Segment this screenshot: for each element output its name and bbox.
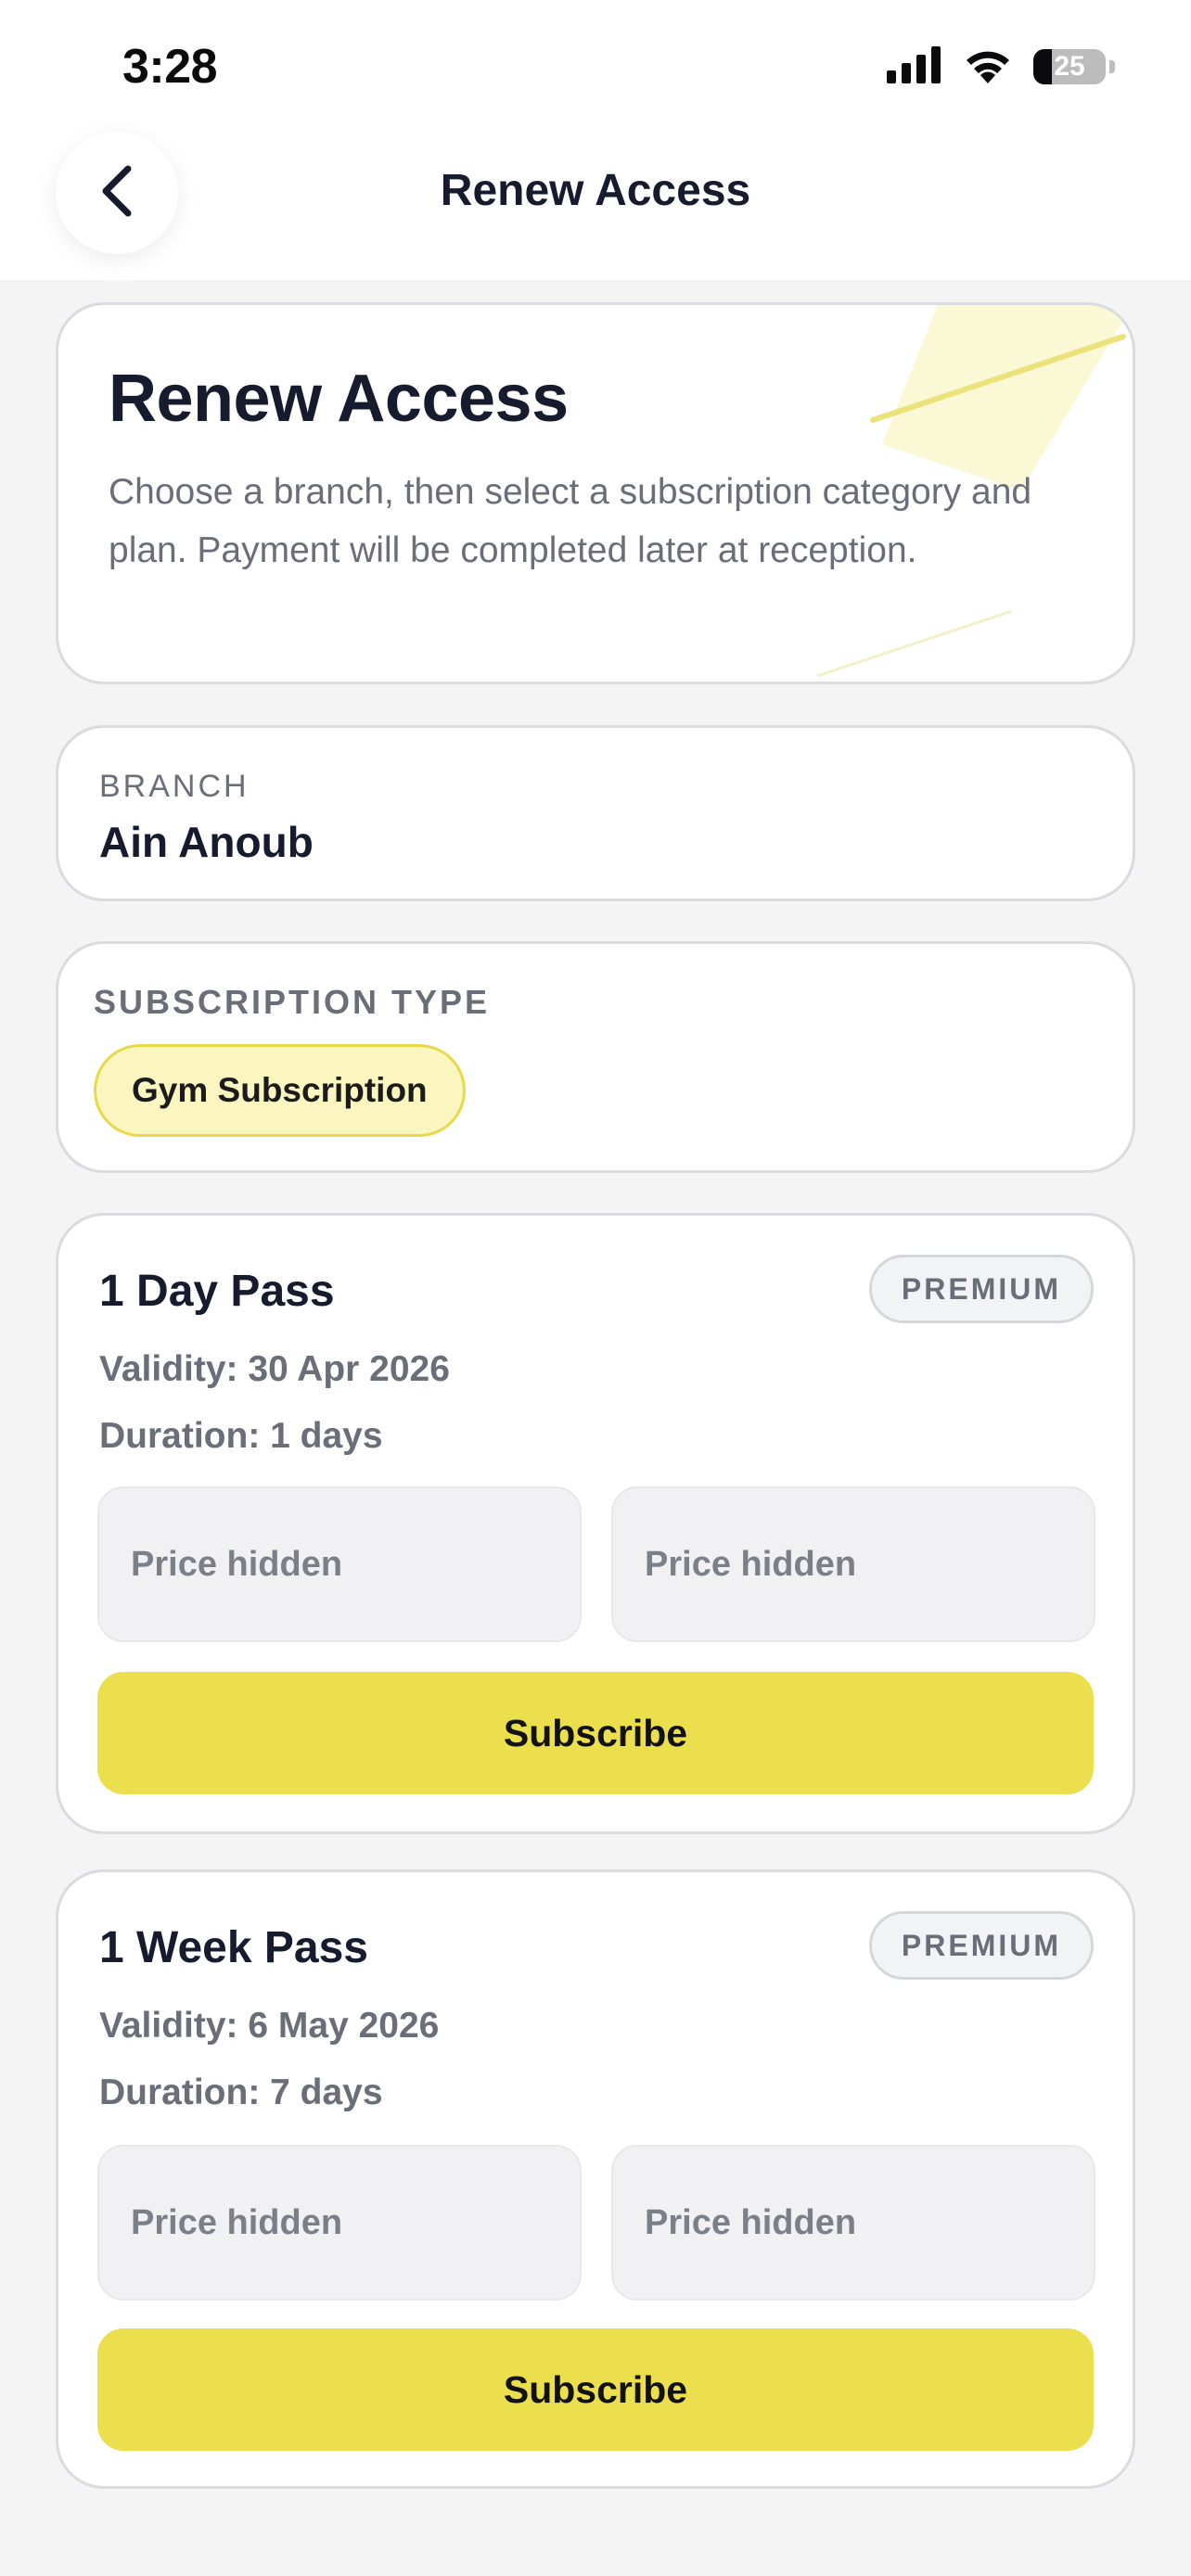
wifi-icon: [963, 46, 1013, 88]
plan-title: 1 Week Pass: [99, 1923, 368, 1972]
intro-title: Renew Access: [109, 362, 569, 436]
plan-validity: Validity: 6 May 2026: [99, 2006, 440, 2046]
plan-validity: Validity: 30 Apr 2026: [99, 1349, 450, 1389]
status-time: 3:28: [122, 40, 218, 94]
cellular-signal-icon: [887, 45, 942, 88]
branch-selector[interactable]: BRANCH Ain Anoub: [56, 725, 1135, 901]
status-icons: 25: [887, 45, 1115, 89]
plan-badge: PREMIUM: [868, 1911, 1094, 1980]
plan-title: 1 Day Pass: [99, 1267, 335, 1316]
branch-value: Ain Anoub: [99, 818, 314, 866]
plan-card: 1 Week Pass PREMIUM Validity: 6 May 2026…: [56, 1869, 1135, 2489]
page-title: Renew Access: [440, 166, 751, 215]
branch-label: BRANCH: [99, 769, 250, 804]
app-header: 3:28 25 Renew Access: [0, 0, 1191, 280]
plan-duration: Duration: 7 days: [99, 2072, 383, 2112]
battery-percentage: 25: [1054, 51, 1085, 82]
subscription-type-chip[interactable]: Gym Subscription: [94, 1044, 466, 1137]
subscription-type-card: SUBSCRIPTION TYPE Gym Subscription: [56, 941, 1135, 1173]
subscription-type-label: SUBSCRIPTION TYPE: [94, 983, 491, 1021]
price-box: Price hidden: [97, 1486, 582, 1642]
intro-card: Renew Access Choose a branch, then selec…: [56, 302, 1135, 684]
price-box: Price hidden: [611, 2145, 1095, 2301]
plan-badge: PREMIUM: [868, 1255, 1094, 1323]
battery-icon: 25: [1033, 49, 1106, 84]
subscribe-button[interactable]: Subscribe: [97, 1672, 1094, 1794]
price-box: Price hidden: [97, 2145, 582, 2301]
intro-description: Choose a branch, then select a subscript…: [109, 472, 1032, 570]
price-box: Price hidden: [611, 1486, 1095, 1642]
plan-duration: Duration: 1 days: [99, 1416, 383, 1456]
battery-nub: [1109, 60, 1115, 73]
subscribe-button[interactable]: Subscribe: [97, 2328, 1094, 2451]
plan-card: 1 Day Pass PREMIUM Validity: 30 Apr 2026…: [56, 1213, 1135, 1834]
